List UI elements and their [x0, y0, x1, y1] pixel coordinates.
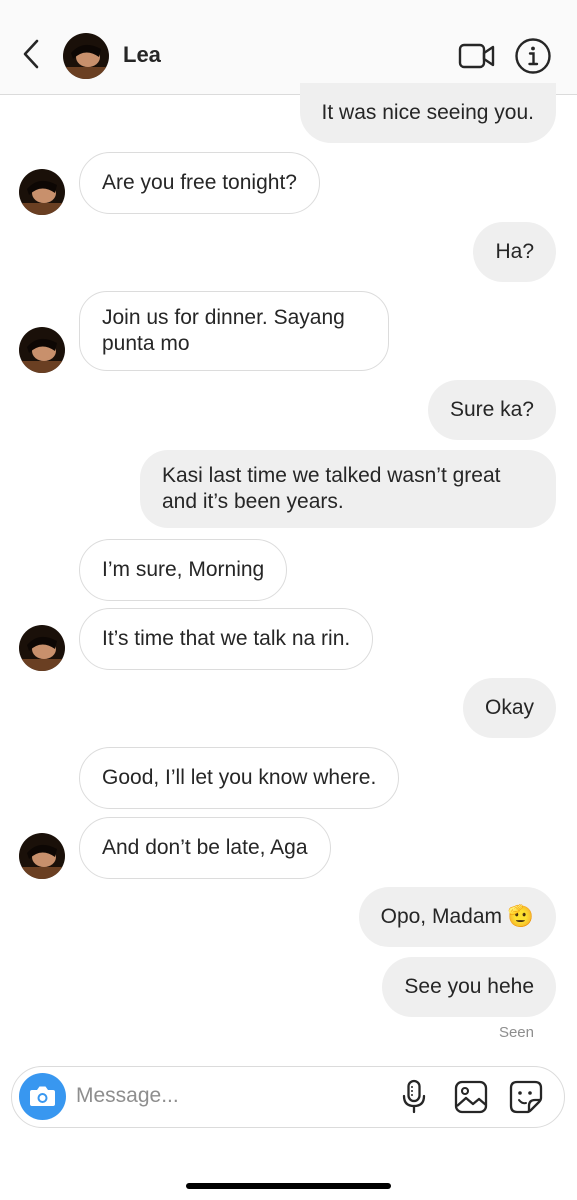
message-text: Good, I’ll let you know where. [102, 766, 377, 789]
sticker-icon[interactable] [508, 1079, 544, 1115]
message-text: It’s time that we talk na rin. [102, 627, 351, 650]
message-bubble-outgoing[interactable]: Kasi last time we talked wasn’t great an… [140, 450, 556, 528]
message-composer [11, 1066, 565, 1128]
avatar[interactable] [19, 833, 65, 879]
contact-name[interactable]: Lea [123, 42, 161, 68]
info-icon[interactable] [514, 37, 552, 75]
camera-button[interactable] [19, 1073, 66, 1120]
microphone-icon[interactable] [400, 1079, 428, 1115]
message-text: Kasi last time we talked wasn’t great an… [162, 464, 501, 513]
message-bubble-outgoing[interactable]: Sure ka? [427, 380, 556, 440]
home-indicator [186, 1183, 391, 1189]
seen-indicator: Seen [498, 1024, 534, 1041]
avatar[interactable] [19, 169, 65, 215]
message-text: Join us for dinner. Sayang punta mo [102, 306, 345, 355]
avatar[interactable] [19, 625, 65, 671]
message-bubble-incoming[interactable]: I’m sure, Morning [79, 539, 288, 601]
gallery-icon[interactable] [453, 1079, 489, 1115]
message-bubble-outgoing[interactable]: See you hehe [382, 957, 556, 1017]
message-bubble-outgoing[interactable]: Okay [462, 678, 556, 738]
message-text: It was nice seeing you. [321, 101, 534, 124]
salute-emoji: 🫡 [507, 905, 534, 928]
video-call-icon[interactable] [458, 40, 496, 72]
message-text: Sure ka? [449, 398, 534, 421]
message-bubble-outgoing[interactable]: Opo, Madam 🫡 [358, 887, 556, 947]
message-input[interactable] [76, 1081, 376, 1111]
message-text: And don’t be late, Aga [102, 836, 308, 859]
message-text: Okay [484, 696, 534, 719]
avatar[interactable] [63, 33, 109, 79]
back-arrow-icon[interactable] [20, 38, 44, 70]
message-bubble-incoming[interactable]: Join us for dinner. Sayang punta mo [79, 291, 389, 371]
message-text: See you hehe [404, 975, 534, 998]
message-bubble-incoming[interactable]: Good, I’ll let you know where. [79, 747, 400, 809]
message-text: Opo, Madam [380, 905, 502, 928]
message-text: Are you free tonight? [102, 171, 297, 194]
message-bubble-incoming[interactable]: Are you free tonight? [79, 152, 320, 214]
message-bubble-incoming[interactable]: It’s time that we talk na rin. [79, 608, 374, 670]
chat-header: Lea [0, 0, 577, 95]
message-text: Ha? [495, 240, 534, 263]
message-bubble-outgoing[interactable]: It was nice seeing you. [299, 83, 556, 143]
avatar[interactable] [19, 327, 65, 373]
message-bubble-outgoing[interactable]: Ha? [473, 222, 556, 282]
message-text: I’m sure, Morning [102, 558, 265, 581]
message-bubble-incoming[interactable]: And don’t be late, Aga [79, 817, 331, 879]
camera-icon [30, 1086, 55, 1106]
